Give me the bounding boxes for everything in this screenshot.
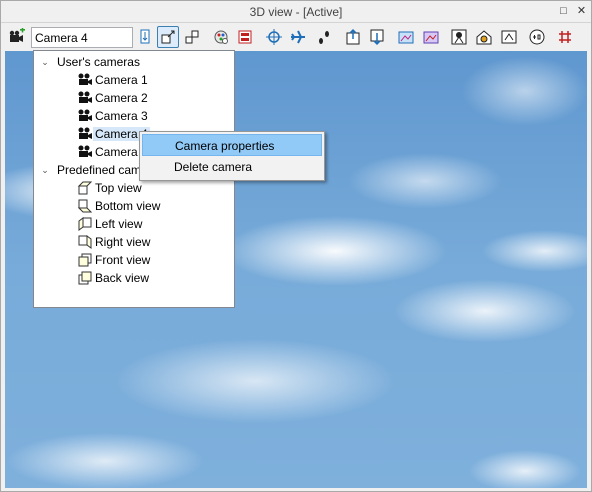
- level-up-icon: [346, 28, 360, 45]
- tree-item-label: Right view: [95, 235, 151, 249]
- camera-position-icon: [451, 29, 467, 45]
- view-mode-1-button[interactable]: [395, 26, 417, 48]
- bottom-view-icon: [77, 199, 93, 213]
- tree-item-camera[interactable]: Camera 5: [77, 143, 148, 161]
- title-bar: 3D view - [Active] □ ✕: [1, 1, 591, 23]
- rotate-3d-icon: [529, 29, 545, 45]
- house-camera-icon: [476, 30, 492, 45]
- grid-icon: [559, 31, 571, 43]
- tree-item-predefined-view[interactable]: Right view: [77, 233, 150, 251]
- right-view-icon: [78, 235, 92, 249]
- chevron-down-icon[interactable]: ⌄: [39, 56, 51, 68]
- camera-type-2-button[interactable]: [157, 26, 179, 48]
- camera-icon: [78, 145, 92, 157]
- context-menu: Camera properties Delete camera: [139, 131, 325, 181]
- tree-item-label: Top view: [95, 181, 142, 195]
- tree-item-label: Bottom view: [95, 199, 161, 213]
- walk-button[interactable]: [313, 26, 335, 48]
- menu-item-delete-camera[interactable]: Delete camera: [142, 156, 322, 178]
- render-icon: [214, 30, 228, 44]
- add-camera-button[interactable]: [6, 26, 28, 48]
- tree-item-camera[interactable]: Camera 3: [77, 107, 148, 125]
- menu-item-camera-properties[interactable]: Camera properties: [142, 134, 322, 156]
- view-mode-1-icon: [398, 31, 414, 44]
- walk-icon: [319, 31, 329, 44]
- camera-select[interactable]: Camera 4: [31, 27, 133, 48]
- level-down-icon: [370, 29, 384, 46]
- house-camera-button[interactable]: [473, 26, 495, 48]
- camera-position-button[interactable]: [448, 26, 470, 48]
- view-3d-window: 3D view - [Active] □ ✕ Camera 4 ⌄ User's…: [0, 0, 592, 492]
- grid-button[interactable]: [554, 26, 576, 48]
- left-view-icon: [78, 217, 92, 231]
- tree-item-label: Camera 2: [95, 91, 148, 105]
- toolbar: Camera 4: [1, 24, 591, 50]
- view-mode-2-button[interactable]: [420, 26, 442, 48]
- render-button[interactable]: [210, 26, 232, 48]
- camera-type-2-icon: [161, 30, 175, 44]
- tree-item-predefined-view[interactable]: Left view: [77, 215, 142, 233]
- tree-item-label: Camera 3: [95, 109, 148, 123]
- camera-icon: [78, 109, 92, 121]
- tree-item-label: Camera 1: [95, 73, 148, 87]
- menu-item-label: Delete camera: [174, 160, 253, 174]
- export-3d-icon: [501, 30, 517, 44]
- camera-type-1-icon: [140, 29, 150, 44]
- camera-icon: [78, 91, 92, 103]
- fly-icon: [291, 30, 305, 44]
- tree-item-predefined-view[interactable]: Back view: [77, 269, 149, 287]
- tree-group-predefined-cameras[interactable]: ⌄ Predefined came: [39, 161, 148, 179]
- camera-type-1-button[interactable]: [134, 26, 156, 48]
- target-button[interactable]: [263, 26, 285, 48]
- restore-button[interactable]: □: [557, 5, 570, 18]
- tree-item-label: Left view: [95, 217, 143, 231]
- level-up-button[interactable]: [342, 26, 364, 48]
- tree-item-predefined-view[interactable]: Front view: [77, 251, 150, 269]
- tree-group-label: User's cameras: [57, 55, 140, 69]
- view-mode-2-icon: [423, 31, 439, 44]
- camera-icon: [78, 127, 92, 139]
- chevron-down-icon[interactable]: ⌄: [39, 164, 51, 176]
- tree-item-camera[interactable]: Camera 2: [77, 89, 148, 107]
- level-down-button[interactable]: [366, 26, 388, 48]
- fly-button[interactable]: [287, 26, 309, 48]
- camera-type-3-button[interactable]: [181, 26, 203, 48]
- tree-item-predefined-view[interactable]: Top view: [77, 179, 142, 197]
- tree-group-users-cameras[interactable]: ⌄ User's cameras: [39, 53, 140, 71]
- section-icon: [238, 30, 252, 44]
- camera-icon: [78, 73, 92, 85]
- add-camera-icon: [9, 28, 25, 42]
- camera-type-3-icon: [185, 30, 199, 44]
- menu-item-label: Camera properties: [175, 139, 275, 153]
- front-view-icon: [78, 253, 92, 267]
- target-icon: [266, 29, 282, 45]
- tree-item-label: Front view: [95, 253, 151, 267]
- back-view-icon: [78, 271, 92, 285]
- top-view-icon: [77, 181, 93, 195]
- tree-item-predefined-view[interactable]: Bottom view: [77, 197, 160, 215]
- close-button[interactable]: ✕: [575, 5, 588, 18]
- export-3d-button[interactable]: [498, 26, 520, 48]
- section-button[interactable]: [234, 26, 256, 48]
- camera-select-value: Camera 4: [35, 31, 88, 45]
- tree-item-label: Back view: [95, 271, 150, 285]
- tree-item-camera[interactable]: Camera 1: [77, 71, 148, 89]
- window-title: 3D view - [Active]: [249, 5, 343, 19]
- tree-group-label: Predefined came: [57, 163, 148, 177]
- rotate-3d-button[interactable]: [526, 26, 548, 48]
